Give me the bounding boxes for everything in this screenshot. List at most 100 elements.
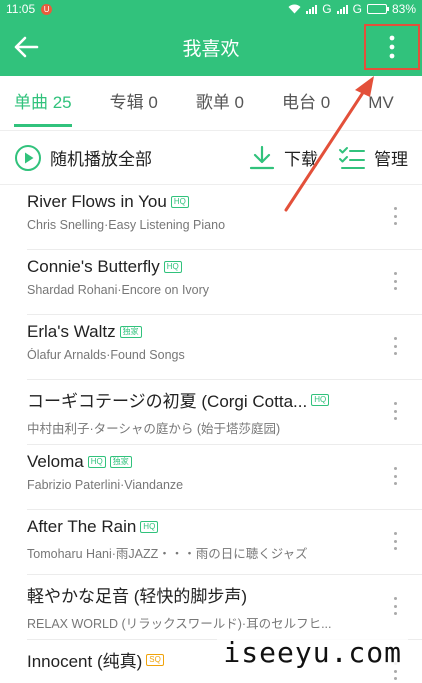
song-title-line: 軽やかな足音 (轻快的脚步声): [27, 582, 422, 607]
network-label-1: G: [322, 2, 332, 16]
song-row[interactable]: Erla's Waltz 独家 Ólafur Arnalds·Found Songs: [27, 315, 422, 380]
status-bar: 11:05 U G G 83%: [0, 0, 422, 18]
wifi-icon: [288, 4, 301, 14]
song-title: Connie's Butterfly: [27, 257, 160, 276]
quality-badge: HQ: [170, 196, 189, 208]
more-dot-icon: [393, 207, 397, 210]
battery-percent: 83%: [391, 2, 416, 16]
status-right: G G 83%: [288, 2, 416, 16]
song-artist-album: 中村由利子·ターシャの庭から (始于塔莎庭园): [27, 422, 281, 436]
page-title: 我喜欢: [182, 38, 240, 60]
download-button[interactable]: 下载: [248, 144, 318, 172]
song-more-button[interactable]: [390, 532, 400, 550]
song-title-line: Erla's Waltz 独家: [27, 322, 422, 342]
song-title: Innocent (纯真): [27, 652, 143, 671]
quality-badge: 独家: [119, 326, 142, 338]
song-title-line: Veloma HQ 独家: [27, 452, 422, 472]
song-more-button[interactable]: [390, 597, 400, 615]
song-title-line: コーギコテージの初夏 (Corgi Cotta... HQ: [27, 387, 422, 412]
quality-badge: HQ: [311, 393, 330, 406]
more-dot-icon: [393, 677, 397, 680]
song-row[interactable]: After The Rain HQ Tomoharu Hani·雨JAZZ・・・雨の…: [27, 510, 422, 575]
more-dot-icon: [393, 409, 397, 413]
song-row[interactable]: Connie's Butterfly HQ Shardad Rohani·Encor…: [27, 250, 422, 315]
song-title: コーギコテージの初夏 (Corgi Cotta...: [27, 392, 308, 411]
song-row[interactable]: コーギコテージの初夏 (Corgi Cotta... HQ 中村由利子·ターシャの庭…: [27, 380, 422, 445]
tab-radio[interactable]: 电台 0: [282, 76, 330, 130]
song-row[interactable]: 軽やかな足音 (轻快的脚步声) RELAX WORLD (リラックスワールド)·耳…: [27, 575, 422, 640]
notification-badge: U: [41, 3, 53, 15]
tab-songs[interactable]: 单曲 25: [14, 76, 72, 130]
quality-badge: SQ: [146, 653, 164, 666]
download-label: 下载: [284, 150, 318, 169]
song-title: After The Rain: [27, 517, 137, 536]
song-title-line: River Flows in You HQ: [27, 192, 422, 212]
more-dot-icon: [393, 532, 397, 535]
song-more-button[interactable]: [390, 337, 400, 355]
more-dot-icon: [393, 612, 397, 615]
song-row[interactable]: Veloma HQ 独家 Fabrizio Paterlini·Viandanze: [27, 445, 422, 510]
quality-badge: HQ: [163, 261, 182, 273]
more-dot-icon: [393, 344, 397, 348]
more-dot-icon: [393, 272, 397, 275]
song-title: Veloma: [27, 452, 84, 471]
signal-icon-2: [336, 4, 348, 14]
more-dot-icon: [393, 669, 397, 673]
status-time: 11:05: [6, 2, 36, 16]
more-dot-icon: [393, 402, 397, 405]
watermark: iseeyu.com: [217, 636, 408, 669]
quality-badge: 独家: [109, 456, 132, 468]
download-icon: [249, 145, 275, 169]
quality-badge: HQ: [87, 456, 106, 468]
song-artist-album: Chris Snelling·Easy Listening Piano: [27, 218, 226, 232]
manage-button[interactable]: 管理: [338, 144, 408, 172]
network-label-2: G: [352, 2, 362, 16]
song-artist-album: Shardad Rohani·Encore on Ivory: [27, 283, 210, 297]
more-dot-icon: [393, 352, 397, 355]
more-dot-icon: [393, 214, 397, 218]
song-artist-album: Ólafur Arnalds·Found Songs: [27, 348, 185, 362]
quality-badge: HQ: [140, 521, 159, 533]
song-title: 軽やかな足音 (轻快的脚步声): [27, 587, 248, 606]
more-dot-icon: [393, 287, 397, 290]
more-dot-icon: [393, 474, 397, 478]
song-artist-album: Fabrizio Paterlini·Viandanze: [27, 478, 184, 492]
more-options-button[interactable]: [364, 24, 420, 70]
song-more-button[interactable]: [390, 207, 400, 225]
song-list: River Flows in You HQ Chris Snelling·Easy …: [0, 185, 422, 683]
battery-icon: [366, 4, 389, 14]
more-dot-icon: [393, 547, 397, 550]
song-artist-album: Tomoharu Hani·雨JAZZ・・・雨の日に聴くジャズ: [27, 547, 308, 561]
song-artist-album: RELAX WORLD (リラックスワールド)·耳のセルフヒ...: [27, 617, 332, 631]
tab-mv[interactable]: MV: [368, 76, 394, 130]
back-button[interactable]: [12, 33, 40, 61]
more-dot-icon: [393, 467, 397, 470]
manage-list-icon: [339, 146, 365, 169]
more-dot-icon: [393, 539, 397, 543]
action-bar: 随机播放全部 下载 管理: [0, 130, 422, 185]
shuffle-play-all-label: 随机播放全部: [50, 150, 152, 169]
song-title-line: After The Rain HQ: [27, 517, 422, 537]
song-more-button[interactable]: [390, 402, 400, 420]
song-title: Erla's Waltz: [27, 322, 116, 341]
more-dot-icon: [393, 597, 397, 600]
song-title-line: Connie's Butterfly HQ: [27, 257, 422, 277]
manage-label: 管理: [374, 150, 408, 169]
back-arrow-icon: [14, 36, 39, 58]
more-vertical-icon: [389, 35, 395, 59]
song-title: River Flows in You: [27, 192, 167, 211]
more-dot-icon: [393, 417, 397, 420]
tab-albums[interactable]: 专辑 0: [110, 76, 158, 130]
more-dot-icon: [393, 222, 397, 225]
song-row[interactable]: River Flows in You HQ Chris Snelling·Easy …: [27, 185, 422, 250]
shuffle-play-all-button[interactable]: 随机播放全部: [14, 144, 152, 172]
category-tabs: 单曲 25 专辑 0 歌单 0 电台 0 MV: [0, 76, 422, 130]
app-bar: 我喜欢: [0, 18, 422, 76]
song-more-button[interactable]: [390, 272, 400, 290]
play-circle-icon: [15, 144, 41, 171]
song-more-button[interactable]: [390, 467, 400, 485]
more-dot-icon: [393, 482, 397, 485]
more-dot-icon: [393, 337, 397, 340]
tab-playlists[interactable]: 歌单 0: [196, 76, 244, 130]
signal-icon: [306, 4, 318, 14]
